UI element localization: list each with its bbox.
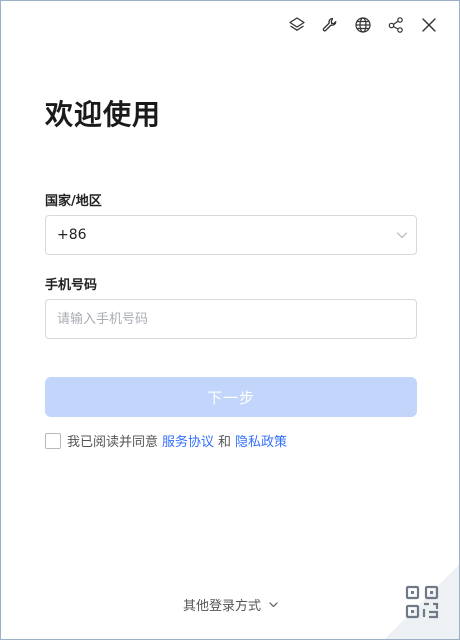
login-window: 欢迎使用 国家/地区 +86 手机号码 下一步 我已阅读并同意 服务协议 和 隐…: [0, 0, 460, 640]
country-label: 国家/地区: [45, 194, 102, 209]
close-icon[interactable]: [417, 13, 441, 37]
chevron-down-icon: [269, 602, 278, 608]
country-code-value: +86: [57, 227, 87, 243]
country-select[interactable]: +86: [45, 215, 417, 255]
privacy-policy-link[interactable]: 隐私政策: [235, 431, 287, 450]
globe-icon[interactable]: [351, 13, 375, 37]
phone-input[interactable]: [45, 299, 417, 339]
other-login-label: 其他登录方式: [182, 599, 261, 614]
layers-icon[interactable]: [285, 13, 309, 37]
agree-text: 我已阅读并同意: [67, 435, 159, 450]
wrench-icon[interactable]: [318, 13, 342, 37]
page-title: 欢迎使用: [45, 98, 162, 131]
next-button[interactable]: 下一步: [45, 377, 417, 417]
service-agreement-link[interactable]: 服务协议: [162, 431, 214, 450]
chevron-down-icon: [396, 232, 408, 239]
agree-checkbox[interactable]: [45, 432, 61, 449]
phone-label: 手机号码: [45, 278, 98, 293]
agreement-row: 我已阅读并同意 服务协议 和 隐私政策: [45, 431, 287, 450]
share-icon[interactable]: [384, 13, 408, 37]
and-text: 和: [218, 435, 232, 450]
qr-code-icon[interactable]: [405, 585, 439, 619]
window-toolbar: [276, 13, 441, 37]
